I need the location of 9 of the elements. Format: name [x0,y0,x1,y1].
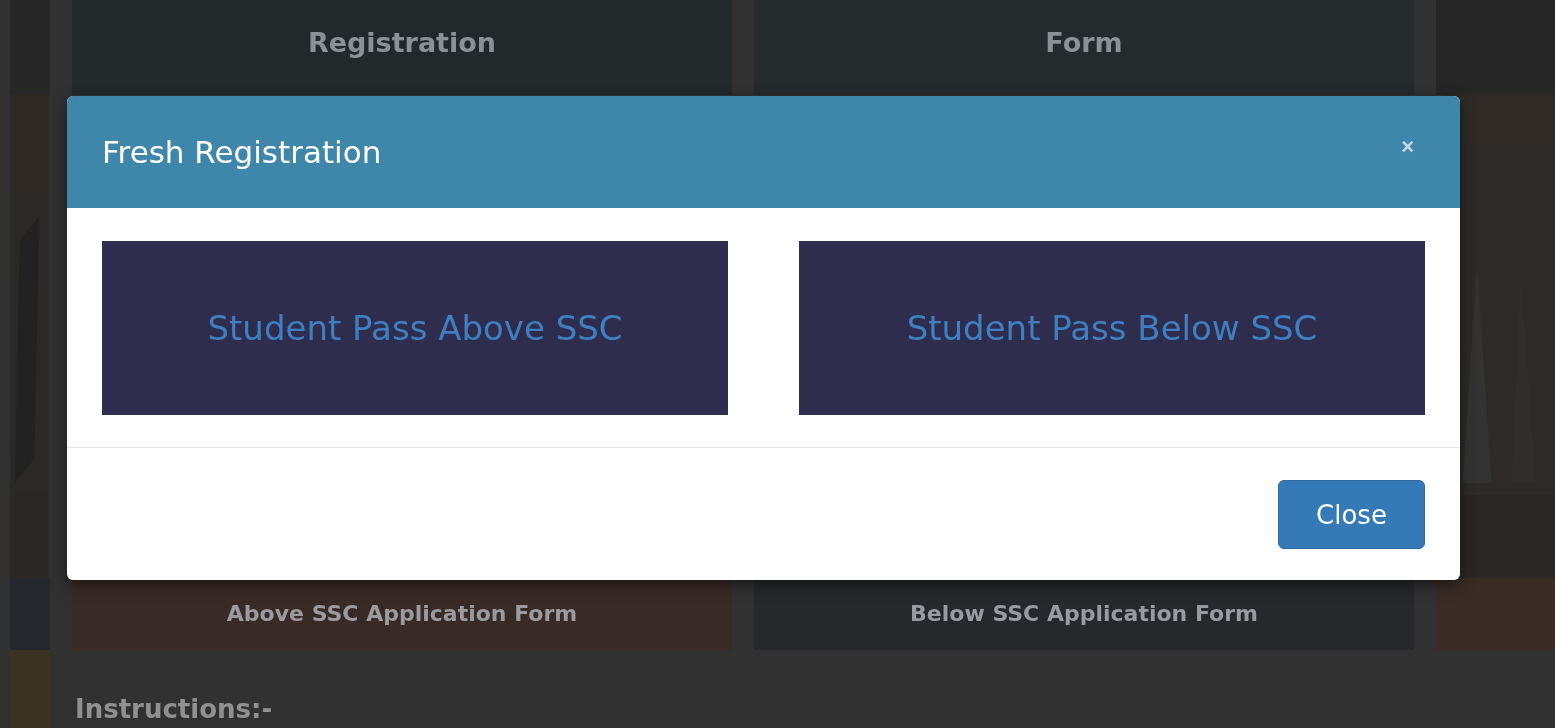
menu-tile[interactable]: Form [754,0,1414,95]
menu-tile[interactable]: Below SSC Application Form [754,578,1414,650]
instructions-heading: Instructions:- [75,693,273,726]
menu-tile[interactable]: Registration [72,0,732,95]
option-button[interactable]: Student Pass Above SSC [102,241,728,415]
close-button[interactable]: Close [1278,480,1425,549]
menu-tile[interactable]: Above SSC Application Form [72,578,732,650]
option-button[interactable]: Student Pass Below SSC [799,241,1425,415]
modal-title: Fresh Registration [102,134,382,170]
